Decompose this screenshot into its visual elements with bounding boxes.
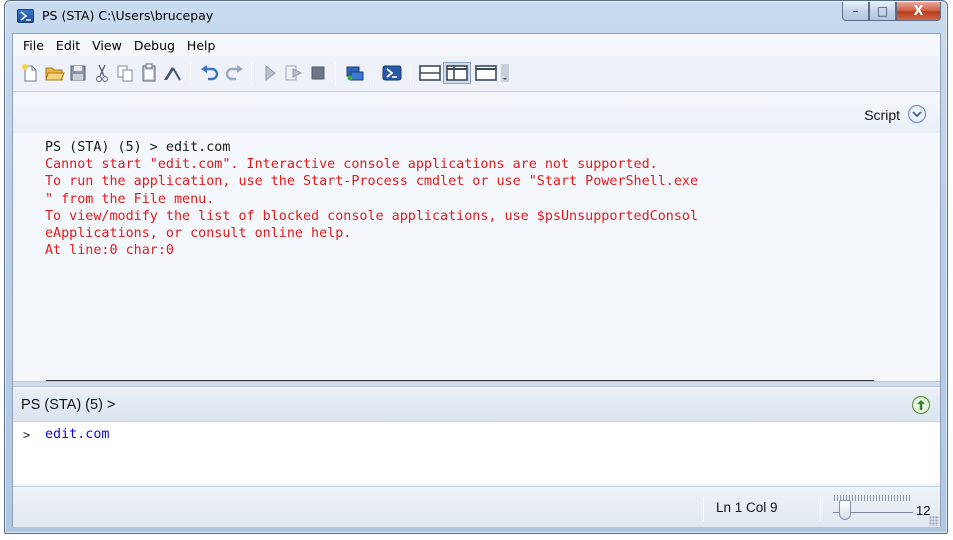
show-script-right-icon[interactable] [443,62,471,84]
command-input[interactable]: > edit.com [13,421,940,484]
save-icon[interactable] [67,62,89,84]
minimize-button[interactable]: – [842,2,869,21]
output-command-line: PS (STA) (5) > edit.com [45,140,231,155]
more-icon[interactable] [499,62,511,84]
paste-icon[interactable] [138,62,160,84]
app-window: PS (STA) C:\Users\brucepay – □ X File Ed… [4,0,948,534]
command-pane-header: PS (STA) (5) > [13,389,940,421]
error-line: " from the File menu. [45,191,215,207]
show-script-button[interactable] [908,105,926,123]
close-icon: X [913,3,924,19]
clear-icon[interactable] [161,62,183,84]
zoom-control: 12 [831,491,941,525]
output-text: PS (STA) (5) > edit.com Cannot start "edi… [45,139,698,259]
status-bar: Ln 1 Col 9 12 [13,486,940,527]
script-label: Script [864,107,900,123]
cut-icon[interactable] [91,62,113,84]
toolbar-separator [251,63,252,85]
chevron-down-icon [912,111,922,118]
prompt-label: PS (STA) (5) > [21,397,116,413]
redo-icon[interactable] [223,62,245,84]
menu-edit[interactable]: Edit [50,38,86,53]
close-button[interactable]: X [896,2,941,21]
error-line: To run the application, use the Start-Pr… [45,174,699,190]
toolbar-separator [373,63,374,85]
toolbar-separator [410,63,411,85]
command-prompt-char: > [23,428,31,442]
powershell-app-icon [17,9,34,23]
error-line: Cannot start "edit.com". Interactive con… [45,157,658,173]
minimize-icon: – [852,4,859,18]
run-icon[interactable] [259,62,281,84]
arrow-up-icon [917,400,925,410]
menu-bar: File Edit View Debug Help [13,34,940,56]
resize-grip[interactable] [929,516,939,526]
zoom-slider-thumb[interactable] [839,500,851,520]
menu-file[interactable]: File [17,38,50,53]
error-line: At line:0 char:0 [45,243,174,259]
error-line: To view/modify the list of blocked conso… [45,208,699,224]
start-powershell-icon[interactable] [381,62,403,84]
menu-view[interactable]: View [86,38,128,53]
show-script-top-icon[interactable] [419,62,441,84]
menu-help[interactable]: Help [181,38,222,53]
show-command-pane-button[interactable] [912,396,930,414]
output-pane-header: Script [13,93,940,133]
menu-debug[interactable]: Debug [128,38,181,53]
status-separator [820,497,821,521]
new-file-icon[interactable] [19,62,41,84]
maximize-icon: □ [876,4,889,18]
client-area: File Edit View Debug Help Script PS (STA… [12,33,941,527]
new-remote-tab-icon[interactable] [344,62,366,84]
maximize-button[interactable]: □ [869,2,896,21]
output-pane[interactable]: Script PS (STA) (5) > edit.com Cannot sta… [13,93,940,381]
pane-splitter[interactable] [13,381,940,387]
caption-buttons: – □ X [842,2,941,21]
status-separator [703,497,704,521]
hide-script-icon[interactable] [475,62,497,84]
undo-icon[interactable] [199,62,221,84]
stop-icon[interactable] [307,62,329,84]
open-folder-icon[interactable] [44,62,66,84]
toolbar [13,56,940,92]
error-line: eApplications, or consult online help. [45,226,352,242]
cursor-position: Ln 1 Col 9 [716,500,778,515]
toolbar-separator [190,63,191,85]
run-selection-icon[interactable] [283,62,305,84]
command-input-text[interactable]: edit.com [45,427,110,442]
copy-icon[interactable] [114,62,136,84]
title-bar[interactable]: PS (STA) C:\Users\brucepay – □ X [5,1,947,33]
toolbar-separator [335,63,336,85]
window-title: PS (STA) C:\Users\brucepay [42,8,214,23]
